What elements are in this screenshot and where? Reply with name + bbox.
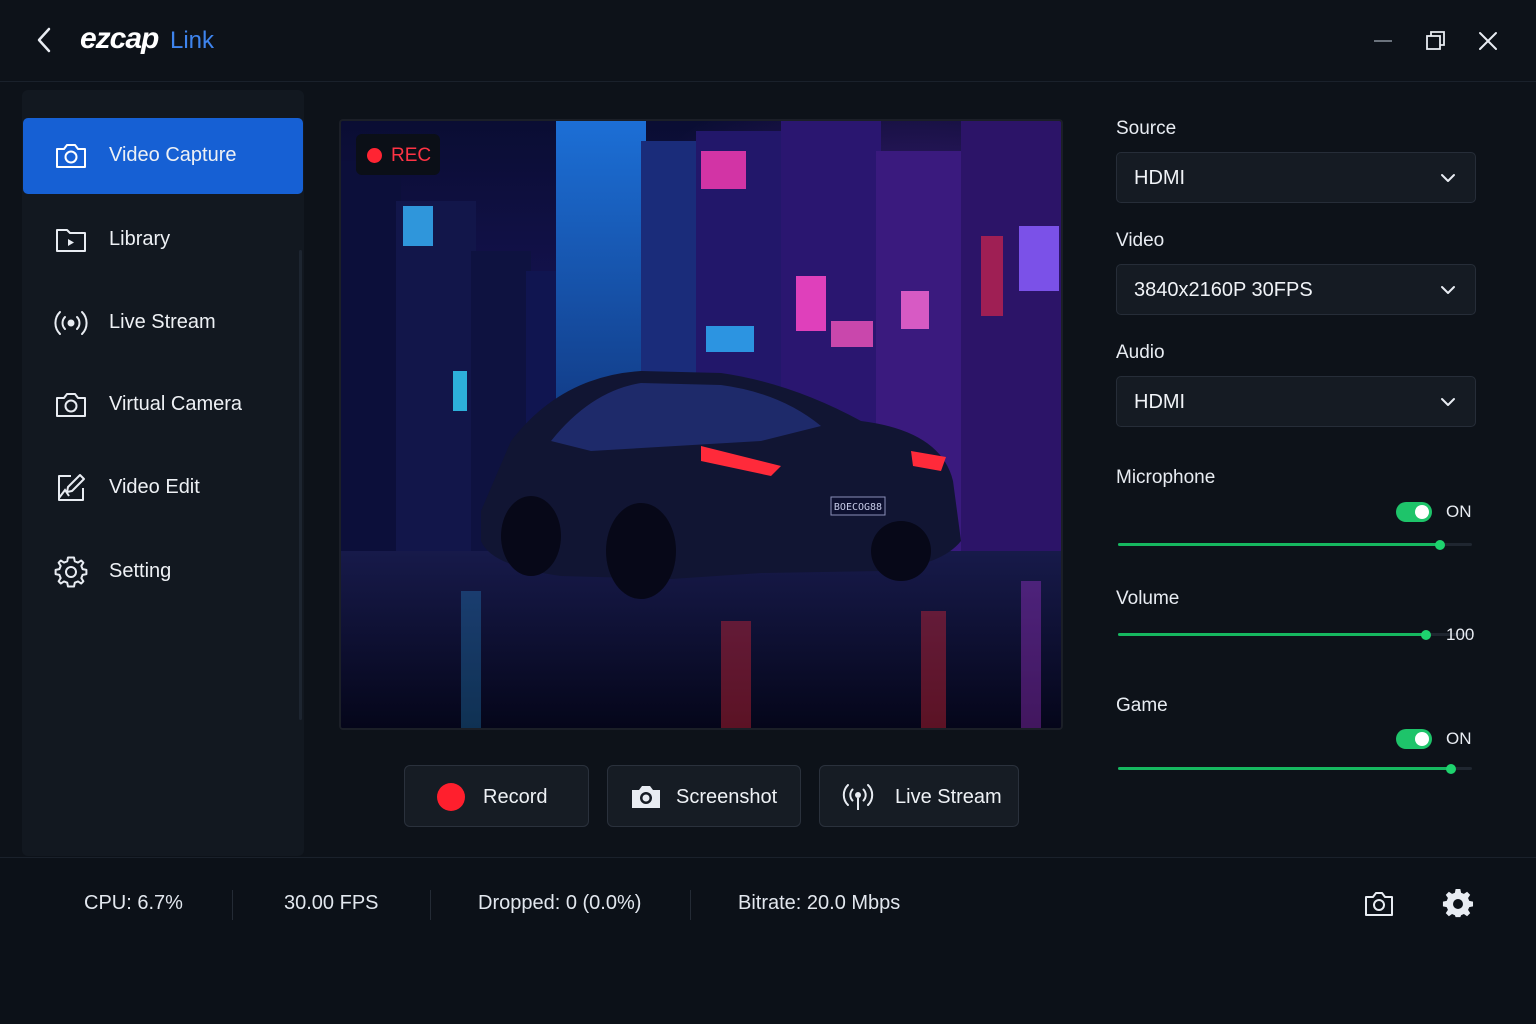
- volume-slider[interactable]: [1118, 628, 1472, 642]
- microphone-toggle[interactable]: [1396, 502, 1432, 522]
- slider-thumb[interactable]: [1435, 540, 1445, 550]
- record-button[interactable]: Record: [404, 765, 589, 827]
- live-stream-button-label: Live Stream: [895, 786, 1002, 808]
- rec-label: REC: [391, 145, 432, 166]
- license-plate-text: BOECOG88: [834, 502, 882, 513]
- folder-icon: [53, 222, 89, 258]
- status-divider: [430, 890, 431, 920]
- back-arrow-icon[interactable]: [30, 24, 60, 56]
- slider-thumb[interactable]: [1446, 764, 1456, 774]
- edit-icon: [53, 470, 89, 506]
- source-select[interactable]: HDMI: [1116, 152, 1476, 203]
- video-select-value: 3840x2160P 30FPS: [1134, 279, 1313, 301]
- app-logo: ezcap: [80, 22, 159, 55]
- title-bar: ezcap Link: [0, 0, 1536, 82]
- volume-label: Volume: [1116, 588, 1180, 609]
- sidebar-item-label: Setting: [109, 560, 172, 582]
- slider-fill: [1118, 633, 1426, 636]
- sidebar-item-video-capture[interactable]: Video Capture: [23, 118, 303, 194]
- audio-select-value: HDMI: [1134, 391, 1186, 413]
- sidebar-item-library[interactable]: Library: [23, 202, 303, 278]
- bitrate-status: Bitrate: 20.0 Mbps: [738, 892, 901, 914]
- live-stream-button[interactable]: Live Stream: [819, 765, 1019, 827]
- slider-thumb[interactable]: [1421, 630, 1431, 640]
- microphone-slider[interactable]: [1118, 538, 1472, 552]
- toggle-knob: [1415, 505, 1429, 519]
- game-toggle[interactable]: [1396, 729, 1432, 749]
- minimize-icon[interactable]: [1368, 26, 1398, 56]
- record-button-label: Record: [483, 786, 548, 808]
- microphone-toggle-state: ON: [1446, 502, 1472, 521]
- audio-label: Audio: [1116, 342, 1165, 363]
- source-label: Source: [1116, 118, 1177, 139]
- video-label: Video: [1116, 230, 1165, 251]
- status-bar: [0, 857, 1536, 1024]
- restore-icon[interactable]: [1420, 26, 1450, 56]
- record-dot-icon: [435, 781, 467, 813]
- video-select[interactable]: 3840x2160P 30FPS: [1116, 264, 1476, 315]
- sidebar-item-label: Live Stream: [109, 311, 216, 333]
- sidebar-item-label: Virtual Camera: [109, 393, 243, 415]
- sidebar-item-virtual-camera[interactable]: Virtual Camera: [23, 367, 303, 443]
- cpu-status: CPU: 6.7%: [84, 892, 183, 914]
- preview-image: BOECOG88: [341, 121, 1061, 728]
- app-logo-sub: Link: [170, 27, 215, 54]
- rec-dot-icon: [367, 148, 382, 163]
- broadcast-icon: [842, 781, 874, 813]
- source-select-value: HDMI: [1134, 167, 1186, 189]
- game-slider[interactable]: [1118, 762, 1472, 776]
- status-divider: [232, 890, 233, 920]
- sidebar-item-label: Video Capture: [109, 144, 237, 166]
- volume-value: 100: [1446, 625, 1475, 644]
- fps-status: 30.00 FPS: [284, 892, 379, 914]
- screenshot-button-label: Screenshot: [676, 786, 778, 808]
- sidebar-item-setting[interactable]: Setting: [23, 534, 303, 610]
- status-divider: [690, 890, 691, 920]
- camera-icon: [53, 138, 89, 174]
- chevron-down-icon: [1439, 393, 1457, 411]
- camera-icon: [630, 781, 662, 813]
- audio-select[interactable]: HDMI: [1116, 376, 1476, 427]
- gear-icon: [53, 554, 89, 590]
- game-toggle-state: ON: [1446, 729, 1472, 748]
- chevron-down-icon: [1439, 169, 1457, 187]
- slider-fill: [1118, 767, 1451, 770]
- broadcast-icon: [53, 305, 89, 341]
- sidebar-item-live-stream[interactable]: Live Stream: [23, 285, 303, 361]
- game-label: Game: [1116, 695, 1168, 716]
- toggle-knob: [1415, 732, 1429, 746]
- gear-icon[interactable]: [1442, 888, 1474, 920]
- dropped-status: Dropped: 0 (0.0%): [478, 892, 642, 914]
- camera-icon[interactable]: [1363, 888, 1395, 920]
- slider-fill: [1118, 543, 1440, 546]
- close-icon[interactable]: [1473, 26, 1503, 56]
- sidebar-item-video-edit[interactable]: Video Edit: [23, 450, 303, 526]
- screenshot-button[interactable]: Screenshot: [607, 765, 801, 827]
- sidebar-item-label: Video Edit: [109, 476, 200, 498]
- chevron-down-icon: [1439, 281, 1457, 299]
- sidebar-item-label: Library: [109, 228, 171, 250]
- rec-indicator: REC: [356, 134, 440, 175]
- video-preview[interactable]: BOECOG88: [339, 119, 1063, 730]
- microphone-label: Microphone: [1116, 467, 1216, 488]
- camera-icon: [53, 387, 89, 423]
